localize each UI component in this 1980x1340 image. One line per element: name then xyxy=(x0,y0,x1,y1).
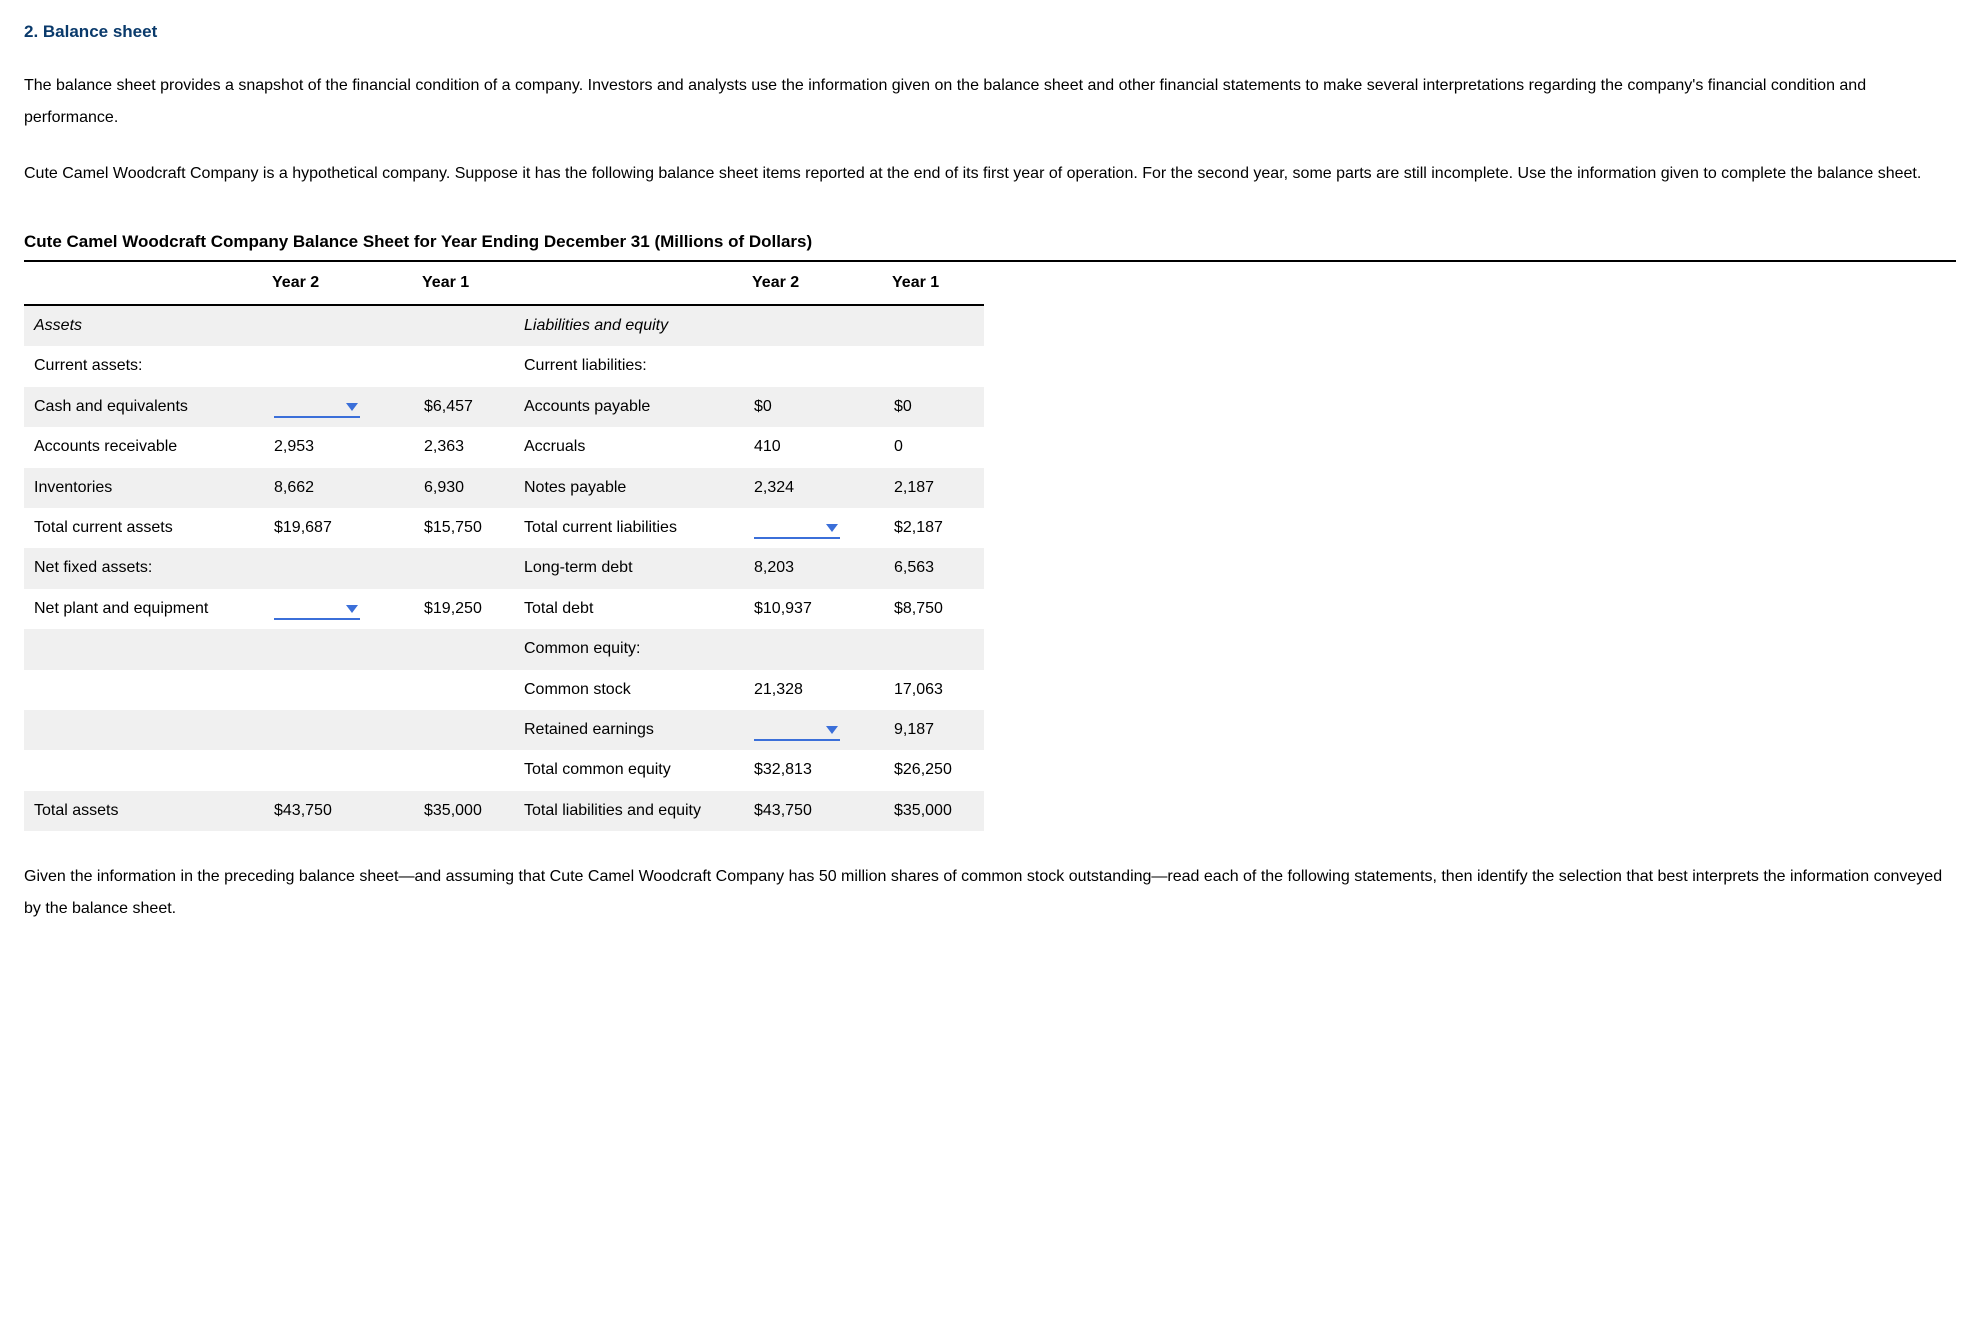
ta-label: Total assets xyxy=(24,791,264,831)
tle-y1: $35,000 xyxy=(884,791,984,831)
ap-label: Accounts payable xyxy=(514,387,744,427)
re-y1: 9,187 xyxy=(884,710,984,750)
balance-sheet-table: Year 2 Year 1 Year 2 Year 1 Assets Liabi… xyxy=(24,262,984,831)
chevron-down-icon xyxy=(346,605,358,613)
cs-label: Common stock xyxy=(514,670,744,710)
inv-y2: 8,662 xyxy=(264,468,414,508)
tca-y1: $15,750 xyxy=(414,508,514,548)
table-row: Common equity: xyxy=(24,629,984,669)
tca-label: Total current assets xyxy=(24,508,264,548)
header-year2-right: Year 2 xyxy=(744,262,884,305)
table-row: Cash and equivalents $6,457 Accounts pay… xyxy=(24,387,984,427)
cash-y2-dropdown[interactable] xyxy=(274,398,360,418)
np-label: Notes payable xyxy=(514,468,744,508)
ltd-y2: 8,203 xyxy=(744,548,884,588)
table-row: Common stock 21,328 17,063 xyxy=(24,670,984,710)
table-row: Total assets $43,750 $35,000 Total liabi… xyxy=(24,791,984,831)
tle-y2: $43,750 xyxy=(744,791,884,831)
td-y2: $10,937 xyxy=(744,589,884,629)
inv-y1: 6,930 xyxy=(414,468,514,508)
table-row: Total common equity $32,813 $26,250 xyxy=(24,750,984,790)
header-year1-right: Year 1 xyxy=(884,262,984,305)
table-row: Total current assets $19,687 $15,750 Tot… xyxy=(24,508,984,548)
header-year1-left: Year 1 xyxy=(414,262,514,305)
ap-y1: $0 xyxy=(884,387,984,427)
np-y1: 2,187 xyxy=(884,468,984,508)
tcl-y1: $2,187 xyxy=(884,508,984,548)
cs-y2: 21,328 xyxy=(744,670,884,710)
intro-paragraph-2: Cute Camel Woodcraft Company is a hypoth… xyxy=(24,158,1956,190)
header-year2-left: Year 2 xyxy=(264,262,414,305)
inv-label: Inventories xyxy=(24,468,264,508)
np-y2: 2,324 xyxy=(744,468,884,508)
npe-y1: $19,250 xyxy=(414,589,514,629)
cash-y1: $6,457 xyxy=(414,387,514,427)
ap-y2: $0 xyxy=(744,387,884,427)
nfa-label: Net fixed assets: xyxy=(24,548,264,588)
liabilities-equity-label: Liabilities and equity xyxy=(514,305,744,346)
tce-y2: $32,813 xyxy=(744,750,884,790)
cs-y1: 17,063 xyxy=(884,670,984,710)
accruals-label: Accruals xyxy=(514,427,744,467)
cash-label: Cash and equivalents xyxy=(24,387,264,427)
td-label: Total debt xyxy=(514,589,744,629)
ar-y2: 2,953 xyxy=(264,427,414,467)
tcl-y2-dropdown[interactable] xyxy=(754,519,840,539)
tcl-label: Total current liabilities xyxy=(514,508,744,548)
td-y1: $8,750 xyxy=(884,589,984,629)
tca-y2: $19,687 xyxy=(264,508,414,548)
table-row: Assets Liabilities and equity xyxy=(24,305,984,346)
tle-label: Total liabilities and equity xyxy=(514,791,744,831)
npe-label: Net plant and equipment xyxy=(24,589,264,629)
table-row: Accounts receivable 2,953 2,363 Accruals… xyxy=(24,427,984,467)
intro-paragraph-1: The balance sheet provides a snapshot of… xyxy=(24,70,1956,134)
current-liabilities-label: Current liabilities: xyxy=(514,346,744,386)
table-header-row: Year 2 Year 1 Year 2 Year 1 xyxy=(24,262,984,305)
table-row: Retained earnings 9,187 xyxy=(24,710,984,750)
closing-paragraph: Given the information in the preceding b… xyxy=(24,861,1956,925)
balance-sheet-table-wrap: Cute Camel Woodcraft Company Balance She… xyxy=(24,230,1956,831)
table-row: Net plant and equipment $19,250 Total de… xyxy=(24,589,984,629)
ar-y1: 2,363 xyxy=(414,427,514,467)
table-row: Net fixed assets: Long-term debt 8,203 6… xyxy=(24,548,984,588)
ta-y2: $43,750 xyxy=(264,791,414,831)
accruals-y2: 410 xyxy=(744,427,884,467)
re-label: Retained earnings xyxy=(514,710,744,750)
chevron-down-icon xyxy=(826,726,838,734)
table-title: Cute Camel Woodcraft Company Balance She… xyxy=(24,230,1956,262)
table-row: Inventories 8,662 6,930 Notes payable 2,… xyxy=(24,468,984,508)
ce-label: Common equity: xyxy=(514,629,744,669)
ar-label: Accounts receivable xyxy=(24,427,264,467)
npe-y2-dropdown[interactable] xyxy=(274,600,360,620)
accruals-y1: 0 xyxy=(884,427,984,467)
ltd-y1: 6,563 xyxy=(884,548,984,588)
chevron-down-icon xyxy=(826,524,838,532)
table-row: Current assets: Current liabilities: xyxy=(24,346,984,386)
assets-label: Assets xyxy=(24,305,264,346)
re-y2-dropdown[interactable] xyxy=(754,721,840,741)
current-assets-label: Current assets: xyxy=(24,346,264,386)
tce-label: Total common equity xyxy=(514,750,744,790)
section-heading: 2. Balance sheet xyxy=(24,20,1956,44)
chevron-down-icon xyxy=(346,403,358,411)
ta-y1: $35,000 xyxy=(414,791,514,831)
tce-y1: $26,250 xyxy=(884,750,984,790)
ltd-label: Long-term debt xyxy=(514,548,744,588)
